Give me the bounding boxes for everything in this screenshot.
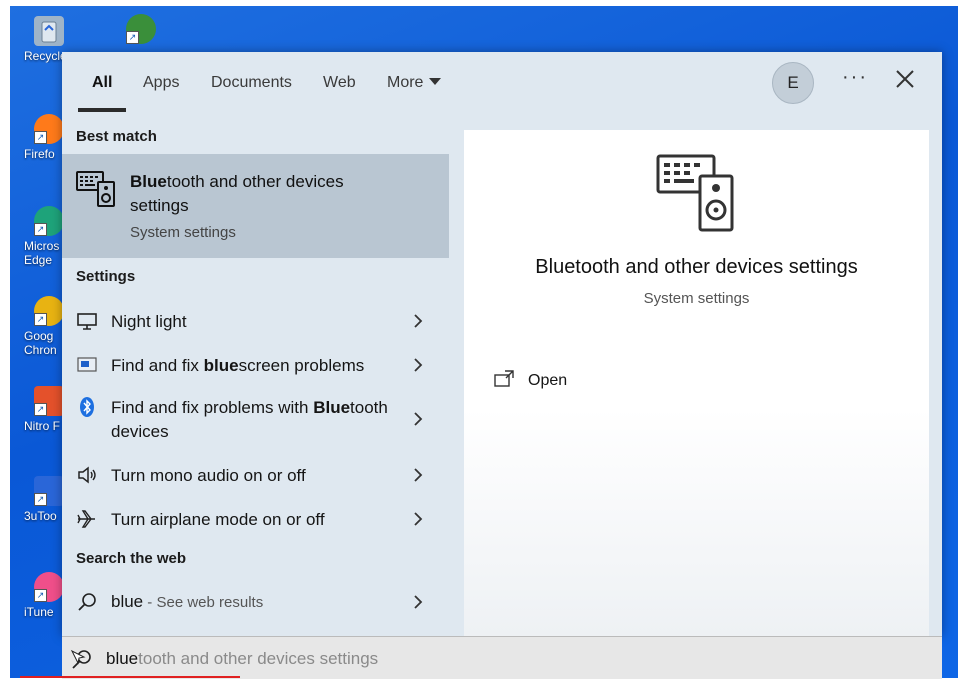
more-options-button[interactable]: ··· [842,66,868,89]
shortcut-arrow-icon: ↗ [34,131,47,144]
tab-more[interactable]: More [387,74,442,92]
web-query: blue [111,592,144,611]
best-match-title: Bluetooth and other devices settings [130,170,390,218]
open-external-icon [494,370,514,387]
tab-all[interactable]: All [92,74,112,92]
settings-item-label: Find and fix problems with Bluetooth dev… [111,396,401,444]
open-label: Open [528,372,568,389]
close-icon[interactable] [894,68,916,90]
itunes-icon: ↗ [34,572,64,602]
section-heading-best-match: Best match [76,128,157,145]
recycle-bin-icon [34,16,64,46]
shortcut-arrow-icon: ↗ [34,493,47,506]
desktop-icon-label: Micros Edge [24,239,60,267]
best-match-subtitle: System settings [130,224,236,241]
section-heading-settings: Settings [76,268,136,285]
search-typed-text: blue [106,649,139,668]
section-heading-search-web: Search the web [76,550,187,567]
label-post: screen problems [238,356,365,375]
search-tabs: All Apps Documents Web More E ··· [62,52,942,114]
bluetooth-icon [80,397,94,417]
search-input[interactable]: bluetooth and other devices settings [106,649,378,669]
shortcut-arrow-icon: ↗ [34,589,47,602]
settings-item-label: Turn mono audio on or off [111,466,306,485]
firefox-icon: ↗ [34,114,64,144]
search-icon [78,593,96,611]
shortcut-arrow-icon: ↗ [34,313,47,326]
best-match-title-highlight: Blue [130,172,167,191]
label-highlight: blue [203,356,239,375]
active-tab-indicator [78,108,126,112]
chevron-right-icon [414,358,423,372]
label-pre: Find and fix problems with [111,398,314,417]
bluescreen-icon [77,357,97,372]
desktop-icon-label: Goog Chron [24,329,57,357]
web-suffix: - See web results [143,594,264,611]
settings-item-bluescreen[interactable]: Find and fix bluescreen problems [62,348,449,382]
account-avatar[interactable]: E [772,62,814,104]
settings-item-mono-audio[interactable]: Turn mono audio on or off [62,458,449,492]
devices-icon [76,171,115,207]
3utools-icon: ↗ [34,476,64,506]
desktop-icon-globe[interactable]: ↗ [110,14,172,47]
settings-item-label: Turn airplane mode on or off [111,510,325,529]
devices-icon [656,154,734,232]
shortcut-arrow-icon: ↗ [34,403,47,416]
edge-icon: ↗ [34,206,64,236]
preview-title: Bluetooth and other devices settings [535,256,858,278]
chevron-right-icon [414,314,423,328]
search-panel: All Apps Documents Web More E ··· Best m… [62,52,942,636]
tab-web[interactable]: Web [323,74,356,92]
settings-item-bluetooth-troubleshoot[interactable]: Find and fix problems with Bluetooth dev… [62,392,449,448]
monitor-icon [77,313,97,330]
globe-icon: ↗ [126,14,156,44]
search-bar[interactable]: bluetooth and other devices settings [62,636,942,679]
chrome-icon: ↗ [34,296,64,326]
preview-pane: Bluetooth and other devices settings Sys… [464,130,929,636]
tab-documents[interactable]: Documents [211,74,292,92]
chevron-right-icon [414,468,423,482]
chevron-right-icon [414,595,423,609]
settings-item-night-light[interactable]: Night light [62,304,449,338]
settings-item-label: Night light [111,312,187,331]
shortcut-arrow-icon: ↗ [126,31,139,44]
label-pre: Find and fix [111,356,204,375]
settings-item-airplane-mode[interactable]: Turn airplane mode on or off [62,502,449,536]
search-icon [70,649,91,669]
settings-item-label: Find and fix bluescreen problems [111,354,401,378]
speaker-icon [78,466,96,484]
best-match-result[interactable]: Bluetooth and other devices settings Sys… [62,154,449,258]
shortcut-arrow-icon: ↗ [34,223,47,236]
search-autocomplete-text: tooth and other devices settings [138,649,379,668]
web-search-label: blue - See web results [111,590,401,615]
chevron-right-icon [414,512,423,526]
nitro-icon: ↗ [34,386,64,416]
results-list: Best match Bluetooth and other devices s… [62,114,449,636]
tab-apps[interactable]: Apps [143,74,179,92]
label-highlight: Blue [313,398,351,417]
caret-down-icon [429,78,442,85]
chevron-right-icon [414,412,423,426]
preview-subtitle: System settings [643,290,750,307]
tab-more-label: More [387,74,424,91]
airplane-icon [77,510,95,528]
web-search-result[interactable]: blue - See web results [62,584,449,620]
